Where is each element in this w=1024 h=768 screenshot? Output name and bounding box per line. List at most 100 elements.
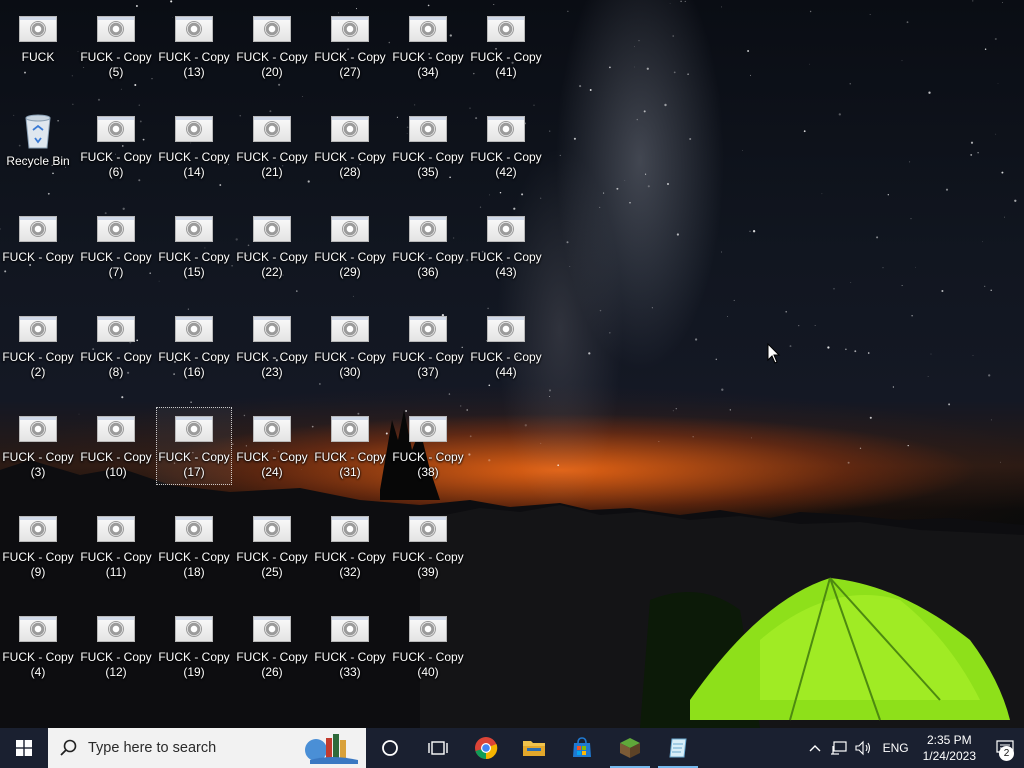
desktop-icon-shortcut[interactable]: FUCK - Copy (4): [0, 607, 76, 685]
desktop-icon-shortcut[interactable]: FUCK - Copy (42): [468, 107, 544, 185]
desktop-icon-shortcut[interactable]: FUCK - Copy (18): [156, 507, 232, 585]
desktop-icon-label: FUCK - Copy (38): [392, 450, 464, 479]
notepad-taskbar-button[interactable]: [654, 728, 702, 768]
desktop-icon-shortcut[interactable]: FUCK - Copy (20): [234, 7, 310, 85]
desktop-icon-shortcut[interactable]: FUCK - Copy (9): [0, 507, 76, 585]
desktop-icon-label: FUCK - Copy (41): [470, 50, 542, 79]
desktop-icon-shortcut[interactable]: FUCK - Copy (13): [156, 7, 232, 85]
desktop-icon-shortcut[interactable]: FUCK - Copy (44): [468, 307, 544, 385]
desktop-icon-label: FUCK - Copy (16): [158, 350, 230, 379]
desktop-icon-label: FUCK - Copy (37): [392, 350, 464, 379]
settings-file-icon: [19, 514, 57, 546]
desktop-icon-shortcut[interactable]: FUCK: [0, 7, 76, 85]
desktop-icon-label: FUCK - Copy (30): [314, 350, 386, 379]
desktop-icon-shortcut[interactable]: FUCK - Copy (41): [468, 7, 544, 85]
notepad-icon: [669, 738, 687, 758]
desktop-icon-shortcut[interactable]: FUCK - Copy (10): [78, 407, 154, 485]
desktop-icon-label: FUCK - Copy (8): [80, 350, 152, 379]
settings-file-icon: [175, 114, 213, 146]
clock[interactable]: 2:35 PM 1/24/2023: [923, 732, 976, 764]
windows-logo-icon: [16, 740, 32, 756]
desktop-icon-shortcut[interactable]: FUCK - Copy (27): [312, 7, 388, 85]
settings-file-icon: [175, 14, 213, 46]
desktop-icon-shortcut[interactable]: FUCK - Copy (43): [468, 207, 544, 285]
minecraft-icon: [620, 738, 640, 758]
desktop-icon-shortcut[interactable]: FUCK - Copy (34): [390, 7, 466, 85]
volume-button[interactable]: [851, 740, 875, 756]
system-tray: ENG 2:35 PM 1/24/2023 2: [803, 728, 1024, 768]
desktop-icon-shortcut[interactable]: FUCK - Copy (35): [390, 107, 466, 185]
task-view-button[interactable]: [414, 728, 462, 768]
desktop-icon-label: FUCK - Copy (4): [2, 650, 74, 679]
settings-file-icon: [253, 314, 291, 346]
desktop-icon-label: FUCK - Copy (7): [80, 250, 152, 279]
search-highlight-illustration-icon: [305, 734, 358, 764]
desktop-icon-shortcut[interactable]: FUCK - Copy (38): [390, 407, 466, 485]
chrome-taskbar-button[interactable]: [462, 728, 510, 768]
settings-file-icon: [331, 14, 369, 46]
desktop-icon-shortcut[interactable]: FUCK - Copy (8): [78, 307, 154, 385]
settings-file-icon: [175, 414, 213, 446]
desktop-icon-label: FUCK - Copy (19): [158, 650, 230, 679]
minecraft-taskbar-button[interactable]: [606, 728, 654, 768]
desktop-icon-label: FUCK - Copy (26): [236, 650, 308, 679]
desktop-icon-label: FUCK - Copy (12): [80, 650, 152, 679]
search-box[interactable]: Type here to search: [48, 728, 366, 768]
desktop-icon-shortcut[interactable]: FUCK - Copy (19): [156, 607, 232, 685]
desktop-icon-label: FUCK - Copy (31): [314, 450, 386, 479]
settings-file-icon: [331, 414, 369, 446]
network-button[interactable]: [827, 740, 851, 756]
desktop-icon-shortcut[interactable]: FUCK - Copy (32): [312, 507, 388, 585]
desktop-icon-shortcut[interactable]: FUCK - Copy (25): [234, 507, 310, 585]
notification-count-badge: 2: [999, 746, 1014, 761]
desktop-icon-label: FUCK - Copy (42): [470, 150, 542, 179]
desktop-icon-shortcut[interactable]: FUCK - Copy (33): [312, 607, 388, 685]
desktop-icon-shortcut[interactable]: FUCK - Copy (15): [156, 207, 232, 285]
file-explorer-taskbar-button[interactable]: [510, 728, 558, 768]
desktop-icon-recycle-bin[interactable]: Recycle Bin: [0, 107, 76, 185]
desktop-icon-shortcut[interactable]: FUCK - Copy (23): [234, 307, 310, 385]
desktop-icon-shortcut[interactable]: FUCK - Copy (14): [156, 107, 232, 185]
desktop-icon-shortcut[interactable]: FUCK - Copy (40): [390, 607, 466, 685]
desktop-icon-shortcut[interactable]: FUCK - Copy (28): [312, 107, 388, 185]
desktop-icon-shortcut[interactable]: FUCK - Copy (17): [156, 407, 232, 485]
desktop-icon-label: FUCK - Copy (5): [80, 50, 152, 79]
desktop-icon-shortcut[interactable]: FUCK - Copy: [0, 207, 76, 285]
settings-file-icon: [19, 614, 57, 646]
desktop-icon-shortcut[interactable]: FUCK - Copy (3): [0, 407, 76, 485]
desktop-icon-shortcut[interactable]: FUCK - Copy (21): [234, 107, 310, 185]
desktop-icon-shortcut[interactable]: FUCK - Copy (26): [234, 607, 310, 685]
settings-file-icon: [175, 214, 213, 246]
desktop-icon-shortcut[interactable]: FUCK - Copy (24): [234, 407, 310, 485]
desktop-icon-shortcut[interactable]: FUCK - Copy (29): [312, 207, 388, 285]
desktop-icon-shortcut[interactable]: FUCK - Copy (5): [78, 7, 154, 85]
show-hidden-icons-button[interactable]: [803, 744, 827, 752]
action-center-button[interactable]: 2: [986, 728, 1024, 768]
start-button[interactable]: [0, 728, 48, 768]
settings-file-icon: [19, 14, 57, 46]
desktop-icon-shortcut[interactable]: FUCK - Copy (39): [390, 507, 466, 585]
desktop-icon-shortcut[interactable]: FUCK - Copy (12): [78, 607, 154, 685]
desktop-icon-shortcut[interactable]: FUCK - Copy (22): [234, 207, 310, 285]
settings-file-icon: [487, 214, 525, 246]
desktop-icon-shortcut[interactable]: FUCK - Copy (7): [78, 207, 154, 285]
store-taskbar-button[interactable]: [558, 728, 606, 768]
settings-file-icon: [97, 14, 135, 46]
desktop-icon-shortcut[interactable]: FUCK - Copy (16): [156, 307, 232, 385]
cortana-button[interactable]: [366, 728, 414, 768]
desktop-icon-label: FUCK - Copy (44): [470, 350, 542, 379]
input-language-indicator[interactable]: ENG: [883, 741, 909, 755]
desktop-icon-label: FUCK - Copy (14): [158, 150, 230, 179]
desktop-icon-label: FUCK - Copy (28): [314, 150, 386, 179]
chevron-up-icon: [809, 745, 821, 752]
desktop-icon-shortcut[interactable]: FUCK - Copy (31): [312, 407, 388, 485]
desktop-icon-shortcut[interactable]: FUCK - Copy (6): [78, 107, 154, 185]
desktop-icon-label: FUCK: [21, 50, 55, 64]
desktop-icon-shortcut[interactable]: FUCK - Copy (30): [312, 307, 388, 385]
desktop[interactable]: FUCK Recycle Bin FUCK - Copy FUCK - Copy (2…: [0, 0, 1024, 728]
desktop-icon-shortcut[interactable]: FUCK - Copy (36): [390, 207, 466, 285]
desktop-icon-label: FUCK - Copy (6): [80, 150, 152, 179]
desktop-icon-shortcut[interactable]: FUCK - Copy (37): [390, 307, 466, 385]
desktop-icon-shortcut[interactable]: FUCK - Copy (2): [0, 307, 76, 385]
desktop-icon-shortcut[interactable]: FUCK - Copy (11): [78, 507, 154, 585]
